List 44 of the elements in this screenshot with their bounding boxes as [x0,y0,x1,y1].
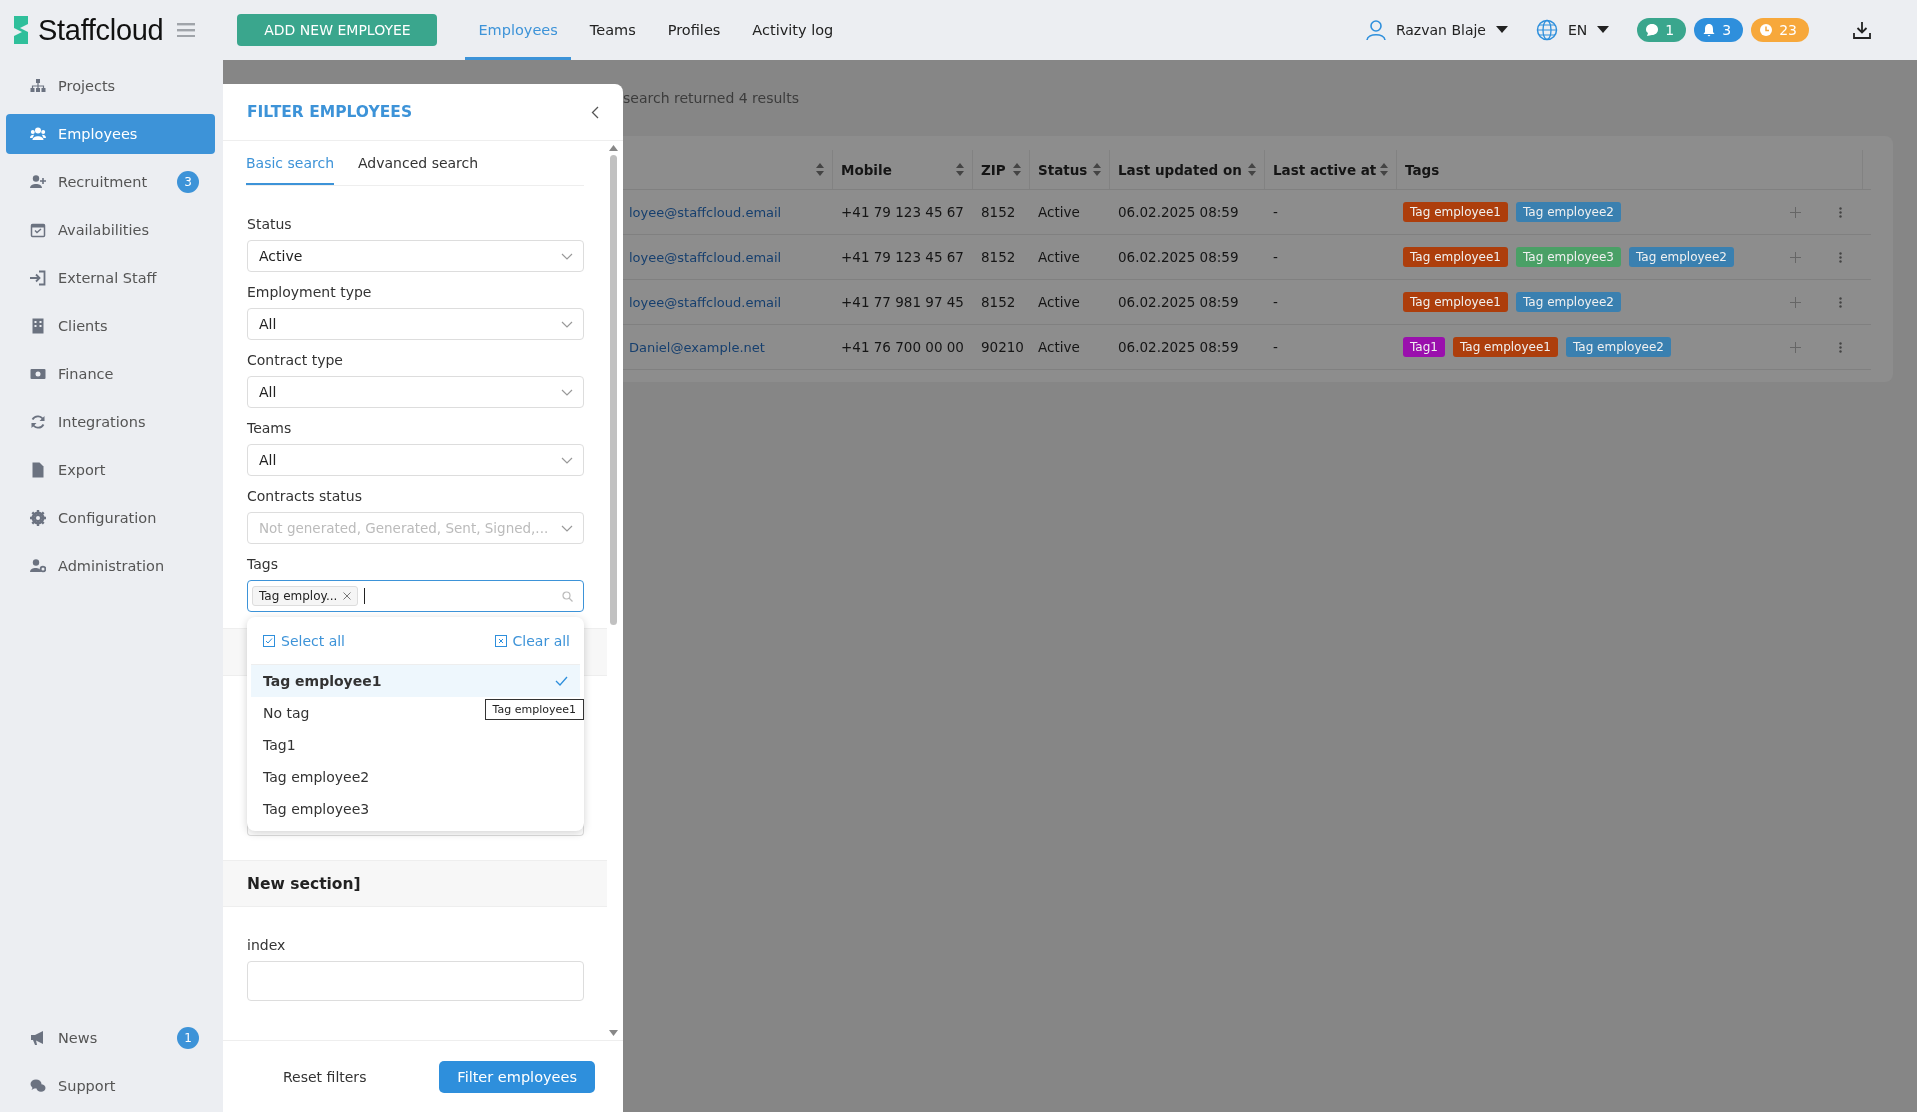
table-cell-text: 8152 [980,203,1017,222]
table-cell-text: 06.02.2025 08:59 [1117,293,1240,312]
table-cell-text: Active [1037,248,1081,267]
field-label: Status [247,216,293,232]
tag-chip: Tag employee2 [1565,337,1671,357]
table-cell-text: +41 76 700 00 00 [840,338,965,357]
table-cell-text: 06.02.2025 08:59 [1117,248,1240,267]
tag-chip: Tag employee2 [1629,247,1734,267]
tag-chip: Tag employee1 [1403,247,1508,267]
tag-chip: Tag employee2 [1516,202,1621,222]
logo-text: Staffcloud [38,13,164,47]
table-cell-text: 8152 [980,248,1017,267]
field-label: Contract type [247,352,344,368]
field-label: Teams [247,420,293,436]
field-label: Tags [247,556,279,572]
tag-chip: Tag employee2 [1516,292,1621,312]
table-cell-text: - [1272,203,1279,222]
table-cell-text: Active [1037,293,1081,312]
tag-chip: Tag employee3 [1516,247,1621,267]
tag-chip: Tag employee1 [1452,337,1558,357]
table-cell-text: Active [1037,338,1081,357]
table-cell-text: - [1272,248,1279,267]
results-summary: search returned 4 results [623,90,800,106]
table-cell-text: +41 77 981 97 45 [840,293,965,312]
table-cell-text: 06.02.2025 08:59 [1117,338,1240,357]
count-badge: 3 [177,171,199,193]
table-cell-text: +41 79 123 45 67 [840,203,965,222]
table-cell-text: - [1272,293,1279,312]
table-cell-text: +41 79 123 45 67 [840,248,965,267]
tag-chip: Tag1 [1403,337,1445,357]
count-badge: 1 [177,1027,199,1049]
tag-chip: Tag employee1 [1403,292,1508,312]
field-label: Employment type [247,284,373,300]
table-cell-text: 90210 [980,338,1025,357]
field-label: index [247,937,287,953]
section-title: New section] [223,860,607,907]
tooltip: Tag employee1 [484,699,584,720]
table-cell-text: - [1272,338,1279,357]
table-cell-text: 8152 [980,293,1017,312]
table-cell-text: Active [1037,203,1081,222]
panel-title: FILTER EMPLOYEES [247,103,413,121]
tag-chip: Tag employee1 [1403,202,1508,222]
field-label: Contracts status [247,488,363,504]
table-cell-text: 06.02.2025 08:59 [1117,203,1240,222]
